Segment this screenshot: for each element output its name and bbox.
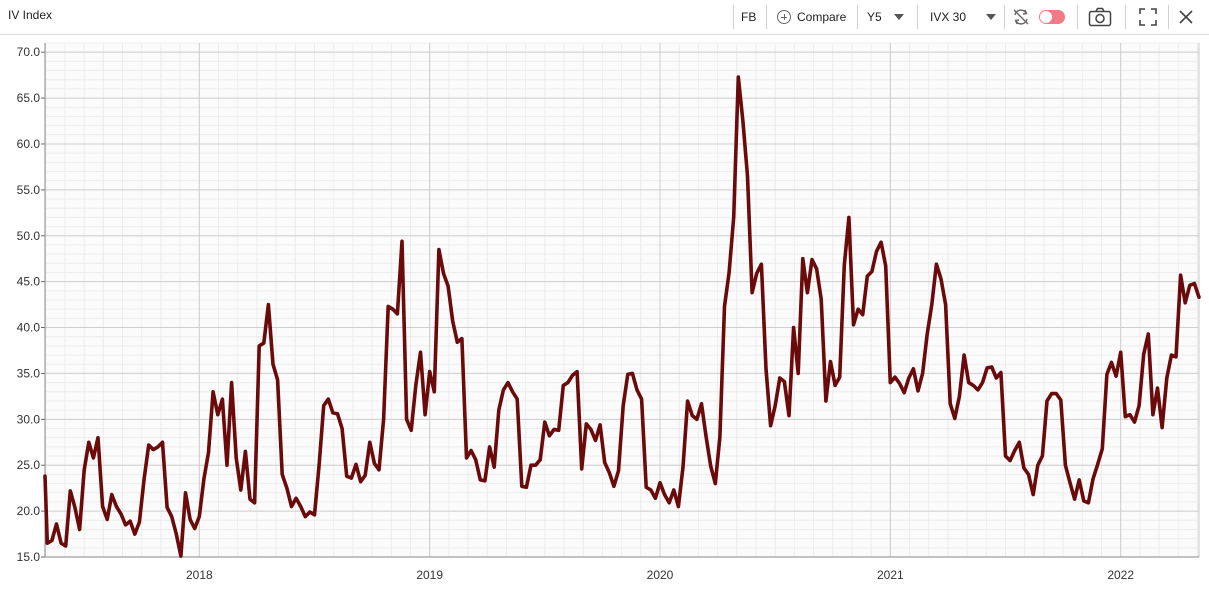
period-dropdown[interactable]: Y5 xyxy=(867,0,904,34)
sync-button[interactable] xyxy=(1012,0,1030,34)
chevron-down-icon xyxy=(893,14,904,20)
period-value: Y5 xyxy=(867,10,882,24)
ticker-label: FB xyxy=(741,10,757,24)
chevron-down-icon xyxy=(986,14,997,20)
x-tick-label: 2022 xyxy=(1107,568,1134,582)
toolbar-divider xyxy=(766,5,767,29)
toolbar-divider xyxy=(733,5,734,29)
toolbar-divider xyxy=(1077,5,1078,29)
iv-index-chart: 15.0 20.0 25.0 30.0 35.0 40.0 45.0 50.0 55.0 60.0… xyxy=(0,35,1209,598)
y-tick-label: 25.0 xyxy=(17,458,41,472)
y-tick-label: 60.0 xyxy=(17,137,41,151)
toolbar-divider xyxy=(917,5,918,29)
chart-toolbar: IV Index FB Compare Y5 IVX 30 xyxy=(0,0,1209,35)
measure-dropdown[interactable]: IVX 30 xyxy=(930,0,997,34)
y-tick-label: 50.0 xyxy=(17,229,41,243)
y-tick-label: 65.0 xyxy=(17,91,41,105)
y-tick-label: 45.0 xyxy=(17,275,41,289)
y-tick-label: 15.0 xyxy=(17,550,41,564)
toggle-switch[interactable] xyxy=(1039,0,1065,34)
fullscreen-icon xyxy=(1139,8,1157,26)
measure-value: IVX 30 xyxy=(930,10,967,24)
plus-circle-icon xyxy=(777,10,791,24)
chart-svg: 15.0 20.0 25.0 30.0 35.0 40.0 45.0 50.0 55.0 60.0… xyxy=(17,42,1201,582)
x-tick-label: 2019 xyxy=(416,568,443,582)
camera-icon xyxy=(1088,7,1112,27)
screenshot-button[interactable] xyxy=(1088,0,1112,34)
y-tick-label: 55.0 xyxy=(17,183,41,197)
toolbar-divider xyxy=(1004,5,1005,29)
close-icon xyxy=(1179,10,1193,24)
compare-label: Compare xyxy=(797,10,847,24)
x-tick-label: 2021 xyxy=(877,568,904,582)
toggle-switch-icon xyxy=(1039,10,1065,24)
page-title: IV Index xyxy=(8,8,53,22)
compare-button[interactable]: Compare xyxy=(777,0,846,34)
x-tick-label: 2020 xyxy=(647,568,674,582)
close-button[interactable] xyxy=(1178,0,1194,34)
y-tick-label: 35.0 xyxy=(17,366,41,380)
x-tick-label: 2018 xyxy=(186,568,213,582)
y-tick-label: 70.0 xyxy=(17,45,41,59)
y-tick-label: 40.0 xyxy=(17,321,41,335)
toolbar-divider xyxy=(857,5,858,29)
sync-disabled-icon xyxy=(1013,9,1029,25)
y-tick-label: 20.0 xyxy=(17,504,41,518)
y-tick-label: 30.0 xyxy=(17,412,41,426)
toolbar-divider xyxy=(1125,5,1126,29)
fullscreen-button[interactable] xyxy=(1139,0,1157,34)
toolbar-divider xyxy=(1168,5,1169,29)
ticker-button[interactable]: FB xyxy=(741,0,756,34)
